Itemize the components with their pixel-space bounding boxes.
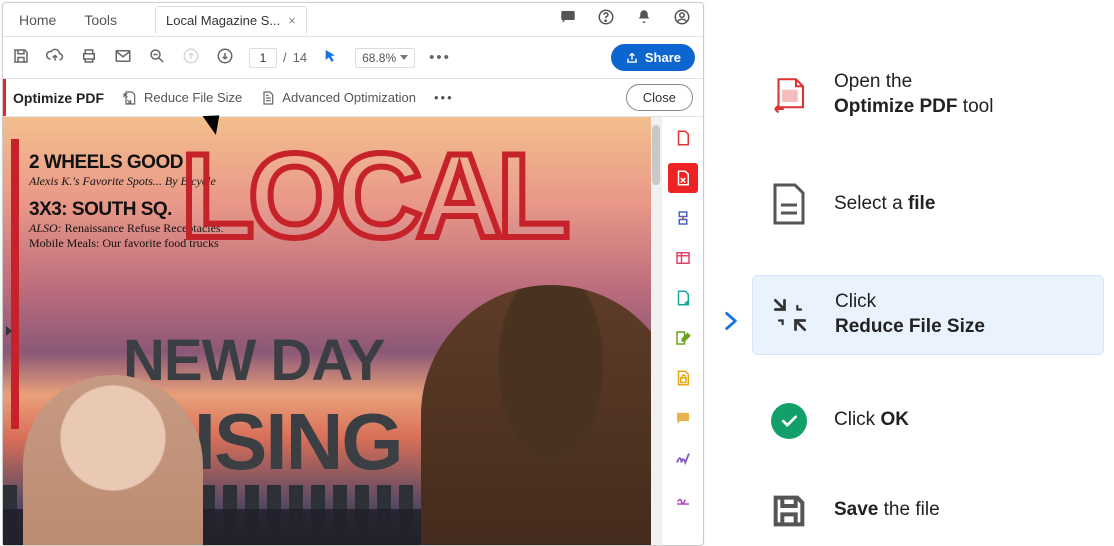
cloud-upload-icon[interactable] [45,47,65,69]
page-total: 14 [293,50,307,65]
rail-comment[interactable] [668,403,698,433]
help-icon[interactable] [593,4,619,35]
rail-export-pdf[interactable] [668,203,698,233]
step-1-text: Open the Optimize PDF tool [834,70,993,119]
step-3-text: Click Reduce File Size [835,290,985,339]
rail-protect[interactable] [668,363,698,393]
page-down-icon[interactable] [215,47,235,69]
check-icon [766,403,812,439]
optimize-toolbar: Optimize PDF Reduce File Size Advanced O… [3,79,703,117]
active-tool-indicator [3,79,6,116]
email-icon[interactable] [113,47,133,69]
advanced-optimization-button[interactable]: Advanced Optimization [260,90,416,106]
zoom-dropdown[interactable]: 68.8% [355,48,415,68]
tab-document-title: Local Magazine S... [166,13,280,28]
content-area: 2 WHEELS GOOD Alexis K.'s Favorite Spots… [3,117,703,545]
pointer-arrow-icon [718,308,744,339]
step-4-text: Click OK [834,408,909,433]
advanced-optimization-label: Advanced Optimization [282,90,416,105]
rail-organize-pages[interactable] [668,243,698,273]
tool-rail [661,117,703,545]
share-label: Share [645,50,681,65]
doc-slogan-1: NEW DAY [123,332,385,390]
save-icon[interactable] [11,47,31,69]
page-separator: / [283,50,287,65]
file-icon [766,181,812,227]
comment-bubble-icon[interactable] [555,4,581,35]
document-page[interactable]: 2 WHEELS GOOD Alexis K.'s Favorite Spots… [3,117,651,545]
scrollbar-thumb[interactable] [652,125,660,185]
doc-person-right [421,285,651,545]
save-file-icon [766,491,812,531]
acrobat-window: Home Tools Local Magazine S... × [2,2,704,546]
optimize-title: Optimize PDF [13,90,104,106]
zoom-value: 68.8% [362,51,396,65]
reduce-file-size-button[interactable]: Reduce File Size [122,90,242,106]
rail-optimize-pdf[interactable] [668,163,698,193]
rail-signature[interactable] [668,483,698,513]
instruction-panel: Open the Optimize PDF tool Select a file [706,0,1114,544]
page-up-icon[interactable] [181,47,201,69]
reduce-size-icon [767,293,813,337]
step-5-text: Save the file [834,498,940,523]
rail-fill-sign[interactable] [668,443,698,473]
step-select-file: Select a file [752,167,1104,241]
print-icon[interactable] [79,47,99,69]
selection-tool-icon[interactable] [321,48,341,68]
close-tab-icon[interactable]: × [288,13,296,28]
optimize-pdf-icon [766,74,812,116]
doc-masthead: LOCAL [181,127,564,265]
page-current-input[interactable] [249,48,277,68]
close-tool-button[interactable]: Close [626,84,693,111]
step-click-ok: Click OK [752,389,1104,453]
main-toolbar: / 14 68.8% ••• Share [3,37,703,79]
rail-send-review[interactable] [668,283,698,313]
tab-home[interactable]: Home [11,4,64,36]
more-tools-icon[interactable]: ••• [429,49,449,66]
rail-edit-pdf[interactable] [668,323,698,353]
expand-left-panel-icon[interactable] [3,309,15,353]
step-2-text: Select a file [834,192,935,217]
chevron-down-icon [400,55,408,60]
page-indicator: / 14 [249,48,307,68]
doc-person-left [23,375,203,545]
bell-icon[interactable] [631,4,657,35]
reduce-file-size-label: Reduce File Size [144,90,242,105]
doc-accent-bar [11,139,19,429]
step-save-file: Save the file [752,477,1104,545]
zoom-out-icon[interactable] [147,47,167,69]
vertical-scrollbar[interactable] [651,117,661,545]
rail-create-pdf[interactable] [668,123,698,153]
share-button[interactable]: Share [611,44,695,71]
step-reduce-file-size: Click Reduce File Size [752,275,1104,354]
tab-document[interactable]: Local Magazine S... × [155,6,307,34]
account-icon[interactable] [669,4,695,35]
window-tabs: Home Tools Local Magazine S... × [3,3,703,37]
tab-tools[interactable]: Tools [76,4,125,36]
optimize-more-button[interactable]: ••• [434,90,454,105]
step-open-optimize: Open the Optimize PDF tool [752,56,1104,133]
